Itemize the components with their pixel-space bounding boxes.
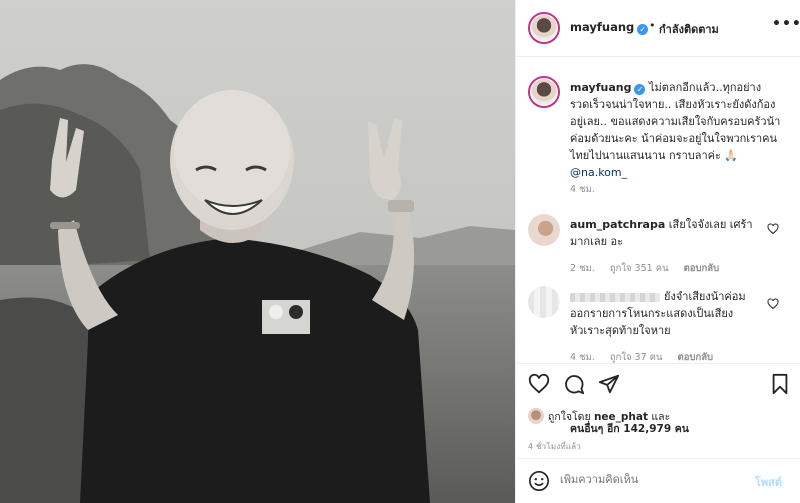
comments-scroll-area[interactable]: mayfuang ✓ ไม่ตลกอีกแล้ว..ทุกอย่างรวดเร็ว… [516,58,800,363]
like-heart-icon[interactable] [528,373,550,395]
likes-count[interactable]: คนอื่นๆ อีก 142,979 คน [570,420,689,437]
verified-badge-icon: ✓ [637,24,649,35]
comment-text-block: aum_patchrapa เสียใจจังเลย เศร้ามากเลย อ… [570,216,760,250]
caption-mention-link[interactable]: @na.kom_ [570,166,627,179]
author-avatar-image [531,15,557,41]
comment-text: ยังจำเสียงน้าค่อมออกรายการโหนกระแสดงเป็น… [570,290,746,337]
commenter-username[interactable]: aum_patchrapa [570,218,665,231]
instagram-post-view: mayfuang ✓ • กำลังติดตาม ••• mayfuang ✓ ไม… [0,0,800,503]
comment-like-heart-icon[interactable] [767,298,779,310]
caption-avatar-image [531,79,557,105]
post-photo[interactable] [0,0,515,503]
comment-time[interactable]: 2 ชม. [570,263,595,274]
comment-likes[interactable]: ถูกใจ 37 คน [610,352,663,363]
caption-timestamp[interactable]: 4 ชม. [570,182,595,197]
author-username[interactable]: mayfuang ✓ [570,20,649,35]
photo-illustration [0,0,515,503]
following-status-button[interactable]: กำลังติดตาม [659,20,719,38]
comment-meta: 2 ชม. ถูกใจ 351 คน ตอบกลับ [570,261,731,276]
share-paper-plane-icon[interactable] [598,373,620,395]
comment-like-heart-icon[interactable] [767,223,779,235]
caption-text-block: mayfuang ✓ ไม่ตลกอีกแล้ว..ทุกอย่างรวดเร็ว… [570,79,785,181]
save-bookmark-icon[interactable] [769,373,791,395]
add-comment-input[interactable] [560,473,750,486]
commenter-avatar-image [528,214,560,246]
more-options-icon[interactable]: ••• [772,16,800,32]
blurred-commenter-avatar[interactable] [528,286,560,318]
comment-meta: 4 ชม. ถูกใจ 37 คน ตอบกลับ [570,350,725,363]
verified-badge-icon: ✓ [634,84,646,95]
post-timestamp[interactable]: 4 ชั่วโมงที่แล้ว [528,440,581,453]
comment-reply-button[interactable]: ตอบกลับ [684,263,720,274]
comment-likes[interactable]: ถูกใจ 351 คน [610,263,669,274]
caption-avatar[interactable] [528,76,560,108]
comment-reply-button[interactable]: ตอบกลับ [678,352,714,363]
caption-username[interactable]: mayfuang [570,81,631,94]
add-comment-bar: โพสต์ [516,458,800,503]
post-side-panel: mayfuang ✓ • กำลังติดตาม ••• mayfuang ✓ ไม… [515,0,800,503]
post-comment-button[interactable]: โพสต์ [755,473,782,491]
post-header: mayfuang ✓ • กำลังติดตาม ••• [516,0,800,57]
commenter-avatar[interactable] [528,214,560,246]
header-separator: • [649,19,656,32]
comment-bubble-icon[interactable] [563,373,585,395]
author-username-text[interactable]: mayfuang [570,20,634,34]
comment-time[interactable]: 4 ชม. [570,352,595,363]
emoji-smile-icon[interactable] [528,470,550,492]
author-avatar[interactable] [528,12,560,44]
liker-avatar[interactable] [528,408,544,424]
